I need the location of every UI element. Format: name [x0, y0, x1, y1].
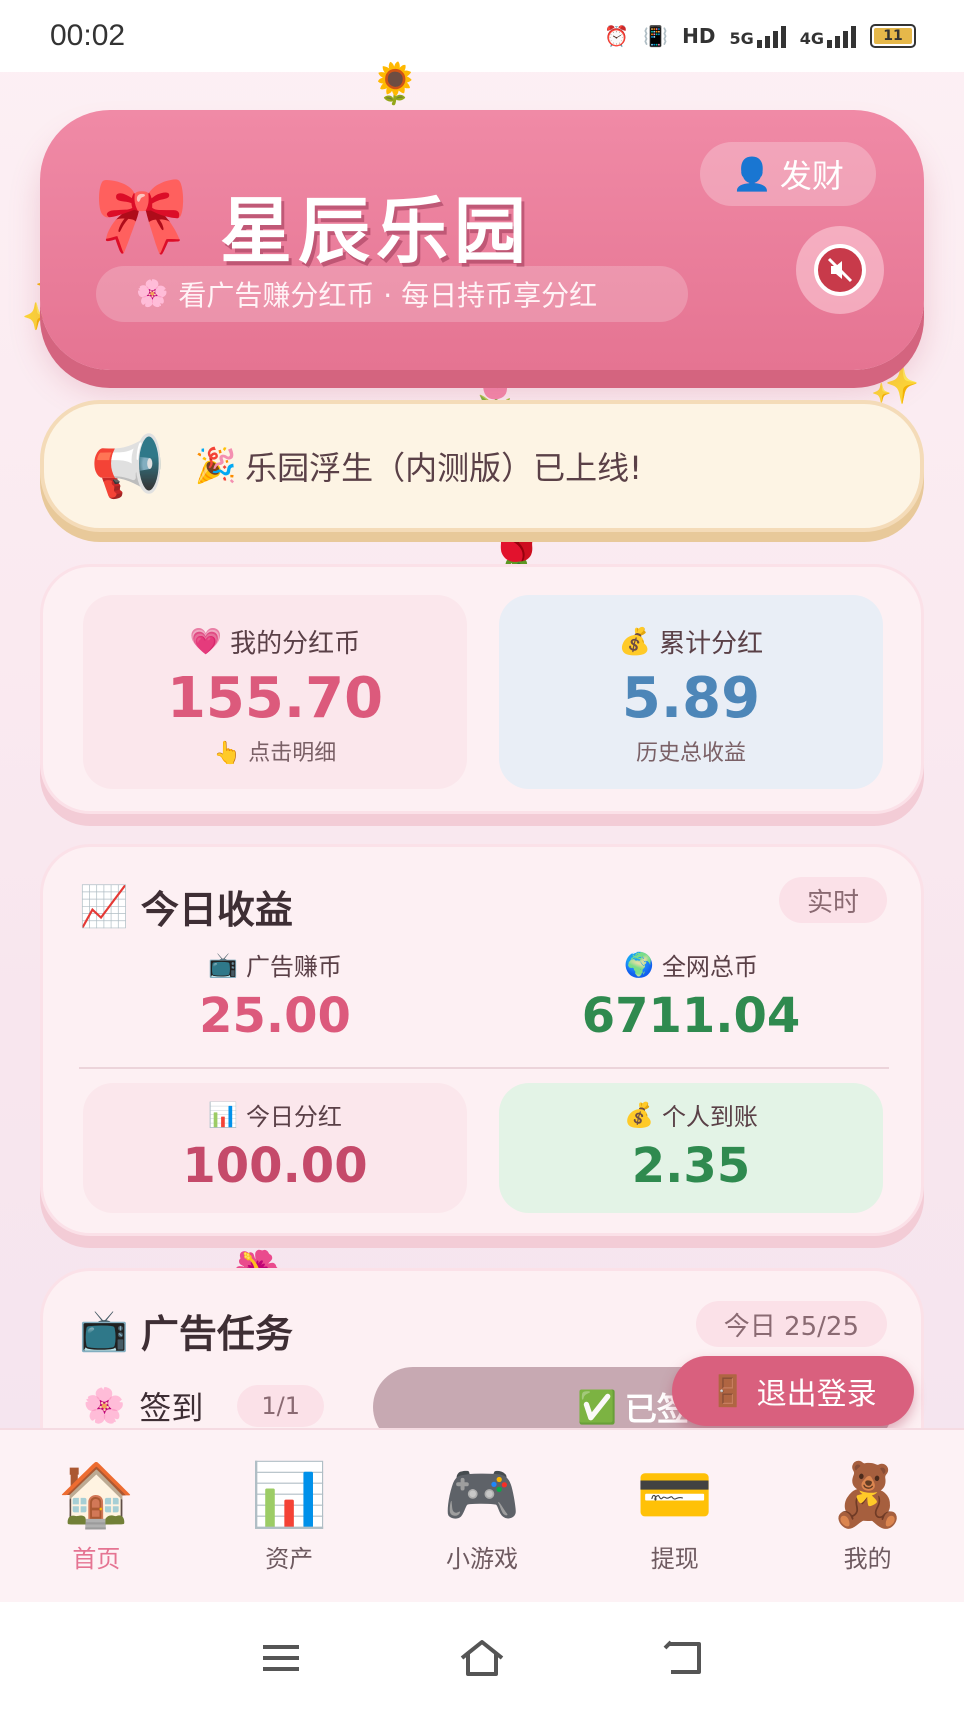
announcement-banner[interactable]: 📢 🎉 乐园浮生（内测版）已上线!: [40, 400, 924, 532]
sparkle-decoration-icon: ✨: [870, 361, 920, 407]
ad-coins-stat: 📺 广告赚币 25.00: [83, 947, 467, 1045]
checkin-task-row: 🌸 签到 1/1: [83, 1383, 324, 1429]
checkin-count: 1/1: [237, 1385, 324, 1427]
globe-icon: 🌍: [624, 950, 654, 979]
total-dividend-sub: 历史总收益: [635, 741, 746, 766]
nav-profile[interactable]: 🧸 我的: [788, 1457, 948, 1574]
nav-withdraw[interactable]: 💳 提现: [595, 1457, 755, 1574]
task-progress-badge: 今日 25/25: [695, 1301, 887, 1347]
nav-profile-label: 我的: [843, 1544, 892, 1573]
user-chip[interactable]: 👤 发财: [700, 142, 876, 206]
5g-signal-icon: 5G: [729, 24, 786, 48]
heart-icon: 💗: [189, 626, 223, 657]
bottom-nav: 🏠 首页 📊 资产 🎮 小游戏 💳 提现 🧸 我的: [0, 1428, 964, 1602]
slogan-text: 看广告赚分红币 · 每日持币享分红: [178, 279, 598, 312]
mute-button[interactable]: [796, 226, 884, 314]
status-icons: ⏰ 📳 HD 5G 4G 11: [604, 24, 916, 48]
system-nav-bar: [0, 1602, 964, 1714]
house-icon: 🏠: [57, 1457, 135, 1531]
personal-received-value: 2.35: [631, 1138, 751, 1194]
teddy-bear-icon: 🧸: [828, 1457, 907, 1531]
credit-card-icon: 💳: [636, 1457, 714, 1531]
today-dividend-stat: 📊 今日分红 100.00: [83, 1083, 467, 1213]
nav-games[interactable]: 🎮 小游戏: [402, 1457, 562, 1574]
logout-label: 退出登录: [756, 1377, 877, 1412]
nav-assets-label: 资产: [265, 1544, 314, 1573]
nav-games-label: 小游戏: [445, 1544, 518, 1573]
header-card: 🎀 星辰乐园 🌸 看广告赚分红币 · 每日持币享分红 👤 发财: [40, 110, 924, 370]
network-coins-value: 6711.04: [581, 988, 801, 1044]
megaphone-icon: 📢: [90, 431, 165, 502]
menu-icon[interactable]: [251, 1628, 311, 1688]
checkin-label: 签到: [139, 1389, 204, 1427]
money-bag-icon: 💰: [624, 1100, 654, 1129]
nav-home[interactable]: 🏠 首页: [16, 1457, 176, 1574]
ad-coins-value: 25.00: [199, 988, 351, 1044]
my-dividend-coins-value: 155.70: [166, 666, 384, 731]
money-bag-icon: 💰: [618, 626, 652, 657]
blossom-icon: 🌸: [83, 1386, 126, 1426]
gamepad-icon: 🎮: [443, 1457, 521, 1531]
battery-icon: 11: [870, 24, 916, 48]
my-dividend-coins-tile[interactable]: 💗 我的分红币 155.70 👆 点击明细: [83, 595, 467, 789]
today-earnings-title: 今日收益: [140, 888, 293, 932]
door-icon: 🚪: [709, 1373, 747, 1409]
total-dividend-value: 5.89: [621, 666, 761, 731]
total-dividend-tile: 💰 累计分红 5.89 历史总收益: [499, 595, 883, 789]
pointing-hand-icon: 👆: [213, 741, 242, 766]
nav-withdraw-label: 提现: [650, 1544, 699, 1573]
bar-chart-icon: 📊: [250, 1457, 328, 1531]
wallet-card: 💗 我的分红币 155.70 👆 点击明细 💰 累计分红 5.89 历史总收益: [40, 564, 924, 814]
hd-icon: HD: [682, 24, 716, 48]
flower-icon: 🌸: [136, 279, 169, 309]
app-title: 星辰乐园: [220, 189, 533, 273]
status-time: 00:02: [50, 19, 126, 52]
realtime-badge: 实时: [778, 877, 887, 923]
total-dividend-label: 累计分红: [659, 629, 764, 659]
status-bar: 00:02 ⏰ 📳 HD 5G 4G 11: [0, 0, 964, 72]
ad-coins-label: 广告赚币: [245, 953, 342, 981]
alarm-icon: ⏰: [604, 24, 630, 48]
tv-icon: 📺: [79, 1308, 129, 1354]
ad-tasks-title: 广告任务: [140, 1312, 293, 1356]
announcement-text: 乐园浮生（内测版）已上线!: [245, 449, 642, 487]
details-hint: 点击明细: [248, 741, 337, 766]
bow-icon: 🎀: [94, 170, 189, 259]
logout-button[interactable]: 🚪 退出登录: [672, 1356, 914, 1426]
nav-home-label: 首页: [72, 1544, 121, 1573]
network-coins-stat: 🌍 全网总币 6711.04: [499, 947, 883, 1045]
vibrate-icon: 📳: [643, 24, 669, 48]
nav-assets[interactable]: 📊 资产: [209, 1457, 369, 1574]
home-icon[interactable]: [452, 1628, 512, 1688]
check-mark-icon: ✅: [577, 1388, 617, 1426]
network-coins-label: 全网总币: [661, 953, 758, 981]
speaker-muted-icon: [814, 244, 866, 296]
slogan: 🌸 看广告赚分红币 · 每日持币享分红: [96, 266, 688, 322]
chart-up-icon: 📈: [79, 884, 129, 930]
today-dividend-value: 100.00: [182, 1138, 368, 1194]
party-popper-icon: 🎉: [194, 446, 238, 486]
tv-icon: 📺: [208, 950, 238, 979]
back-icon[interactable]: [653, 1628, 713, 1688]
divider: [79, 1067, 889, 1069]
bar-chart-icon: 📊: [208, 1100, 238, 1129]
today-earnings-card: 📈 今日收益 实时 📺 广告赚币 25.00 🌍 全网总币 6711.04 📊 …: [40, 844, 924, 1236]
user-icon: 👤: [732, 155, 772, 193]
4g-signal-icon: 4G: [800, 24, 856, 48]
user-name: 发财: [779, 157, 844, 195]
personal-received-label: 个人到账: [661, 1103, 758, 1131]
personal-received-stat: 💰 个人到账 2.35: [499, 1083, 883, 1213]
my-dividend-coins-label: 我的分红币: [230, 629, 361, 659]
today-dividend-label: 今日分红: [245, 1103, 342, 1131]
